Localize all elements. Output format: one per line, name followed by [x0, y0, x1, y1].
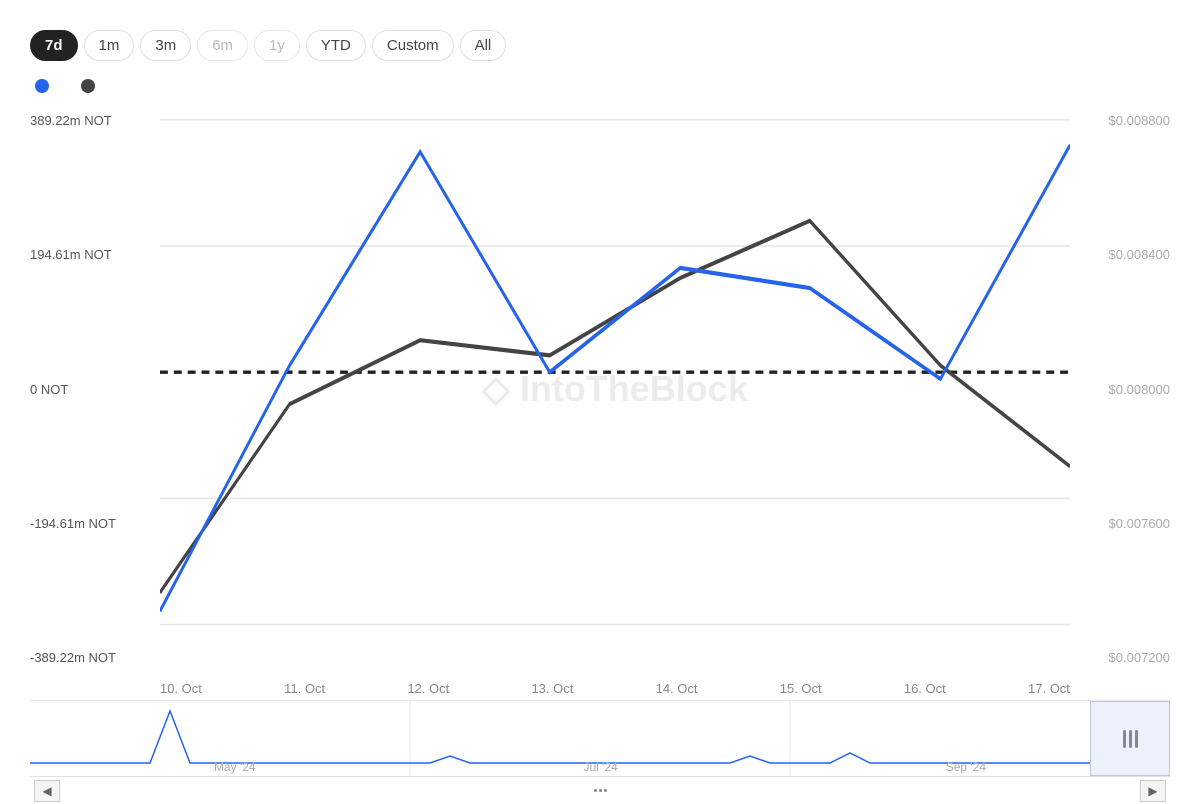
y-right-label: $0.008000 [1070, 382, 1170, 397]
x-axis-label: 11. Oct [284, 681, 325, 696]
time-btn-all[interactable]: All [460, 30, 507, 61]
y-left-label: 0 NOT [30, 382, 160, 397]
chart-area: ◇ IntoTheBlock [160, 103, 1070, 675]
scroll-handle [1123, 730, 1138, 748]
mini-chart-container: May '24Jul '24Sep '24 ◀ ▶ [30, 700, 1170, 790]
mini-chart-inner: May '24 Jul '24 Sep '24 [30, 701, 1170, 776]
mini-chart-label: Sep '24 [946, 760, 986, 774]
y-right-label: $0.008800 [1070, 113, 1170, 128]
mini-chart-label: Jul '24 [583, 760, 617, 774]
y-right-label: $0.007600 [1070, 516, 1170, 531]
chart-svg [160, 103, 1070, 675]
scroll-line-1 [1123, 730, 1126, 748]
x-axis-label: 15. Oct [780, 681, 822, 696]
y-left-label: 389.22m NOT [30, 113, 160, 128]
y-left-label: -389.22m NOT [30, 650, 160, 665]
x-axis-label: 12. Oct [407, 681, 449, 696]
x-axis-label: 16. Oct [904, 681, 946, 696]
x-axis-label: 10. Oct [160, 681, 202, 696]
mini-chart-label: May '24 [214, 760, 256, 774]
x-axis-label: 14. Oct [656, 681, 698, 696]
x-axis-label: 13. Oct [531, 681, 573, 696]
y-axis-right: $0.008800 $0.008400 $0.008000 $0.007600 $0.0… [1070, 103, 1170, 675]
time-range-selector: 7d1m3m6m1yYTDCustomAll [30, 20, 1170, 61]
x-axis-label: 17. Oct [1028, 681, 1070, 696]
mini-labels: May '24 Jul '24 Sep '24 [30, 760, 1170, 774]
scroll-line-3 [1135, 730, 1138, 748]
nav-dot-3 [604, 789, 607, 792]
price-dot [81, 79, 95, 93]
main-container: 7d1m3m6m1yYTDCustomAll 389.22m NOT 194.61… [0, 0, 1200, 800]
nav-dot-2 [599, 789, 602, 792]
time-btn-3m[interactable]: 3m [140, 30, 191, 61]
time-btn-6m: 6m [197, 30, 248, 61]
legend-netflow [35, 79, 57, 93]
time-btn-1m[interactable]: 1m [84, 30, 135, 61]
nav-dots [594, 789, 607, 792]
y-left-label: -194.61m NOT [30, 516, 160, 531]
y-axis-left: 389.22m NOT 194.61m NOT 0 NOT -194.61m NOT -… [30, 103, 160, 675]
nav-dot-1 [594, 789, 597, 792]
scroll-line-2 [1129, 730, 1132, 748]
main-chart: 389.22m NOT 194.61m NOT 0 NOT -194.61m NOT -… [30, 103, 1170, 675]
nav-right-arrow[interactable]: ▶ [1140, 780, 1166, 802]
legend-price [81, 79, 103, 93]
time-btn-ytd[interactable]: YTD [306, 30, 366, 61]
nav-left-arrow[interactable]: ◀ [34, 780, 60, 802]
netflow-dot [35, 79, 49, 93]
time-btn-1y: 1y [254, 30, 300, 61]
y-right-label: $0.008400 [1070, 247, 1170, 262]
time-btn-custom[interactable]: Custom [372, 30, 454, 61]
y-left-label: 194.61m NOT [30, 247, 160, 262]
y-right-label: $0.007200 [1070, 650, 1170, 665]
chart-legend [30, 79, 1170, 93]
time-btn-7d[interactable]: 7d [30, 30, 78, 61]
nav-center [594, 789, 607, 792]
x-axis: 10. Oct 11. Oct 12. Oct 13. Oct 14. Oct 15. O… [30, 675, 1170, 696]
